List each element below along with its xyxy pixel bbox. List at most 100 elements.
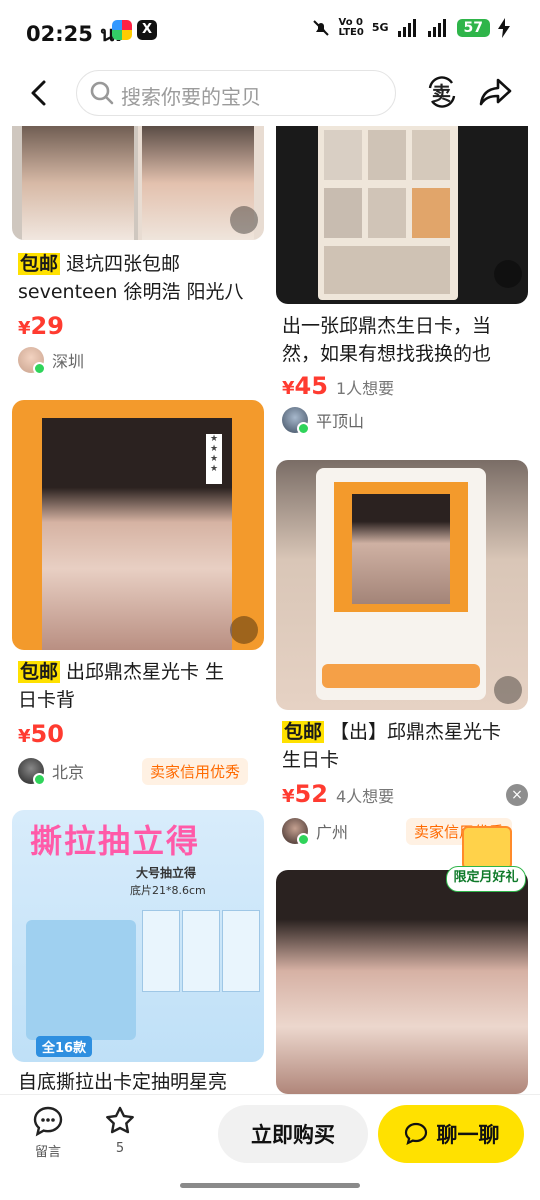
signal-icon	[397, 19, 416, 37]
sell-button[interactable]: 卖	[424, 74, 460, 110]
product-title: 出一张邱鼎杰生日卡，当	[282, 315, 492, 337]
favorite-count: 5	[115, 1141, 125, 1156]
product-box	[26, 920, 136, 1040]
free-shipping-tag: 包邮	[18, 661, 61, 683]
product-price: ¥52 4人想要	[282, 780, 395, 808]
status-time: 02:25 น.	[26, 22, 123, 46]
product-image[interactable]	[276, 126, 528, 304]
avatar	[18, 758, 46, 786]
star-icon	[106, 1106, 134, 1134]
comment-label: 留言	[34, 1145, 61, 1160]
status-indicators: Vo 0 LTE0 5G 57	[311, 17, 510, 38]
card-stars: ★ ★ ★ ★	[206, 434, 222, 484]
favorite-button[interactable]: 5	[102, 1105, 138, 1156]
chat-icon	[404, 1122, 427, 1146]
poster-size-title: 大号抽立得	[136, 866, 197, 880]
free-shipping-tag: 包邮	[282, 721, 325, 743]
avatar	[282, 818, 310, 846]
mute-icon	[312, 20, 329, 36]
pack-3	[222, 910, 260, 992]
volte-indicator: Vo 0 LTE0	[338, 17, 364, 38]
online-dot	[297, 833, 310, 846]
seller-info[interactable]: 北京	[18, 758, 85, 786]
product-card[interactable]: ★ ★ ★ ★ 包邮 出邱鼎杰星光卡 生 日卡背 ¥50 北京 卖家信用优秀	[12, 400, 264, 790]
product-title: 包邮 退坑四张包邮	[18, 253, 181, 275]
chat-button[interactable]: 聊一聊	[378, 1105, 524, 1163]
want-count: 4人想要	[335, 787, 395, 806]
seller-location: 广州	[316, 823, 349, 842]
product-card[interactable]	[276, 870, 528, 1094]
seller-location: 深圳	[52, 352, 85, 371]
product-image[interactable]: ★ ★ ★ ★	[12, 400, 264, 650]
home-indicator[interactable]	[180, 1183, 360, 1188]
chat-label: 聊一聊	[436, 1123, 500, 1147]
product-card[interactable]: 出一张邱鼎杰生日卡，当 然，如果有想找我换的也 ¥45 1人想要 平顶山	[276, 126, 528, 436]
comment-icon	[33, 1106, 63, 1137]
signal-icon-2	[427, 19, 446, 37]
back-arrow-icon[interactable]	[22, 76, 56, 110]
pack-2	[182, 910, 220, 992]
product-image[interactable]	[12, 126, 264, 240]
photocard	[334, 482, 468, 612]
x-app-icon: X	[137, 20, 157, 40]
image-search-icon[interactable]	[230, 206, 258, 234]
phone-screen	[316, 468, 486, 700]
want-count: 1人想要	[335, 379, 395, 398]
photocard-left	[22, 126, 134, 240]
avatar	[282, 407, 310, 435]
product-image[interactable]	[276, 870, 528, 1094]
product-price: ¥29	[18, 312, 64, 340]
comment-button[interactable]: 留言	[30, 1105, 66, 1160]
product-title-line2: 生日卡	[282, 749, 340, 771]
avatar	[18, 347, 46, 375]
seller-location: 北京	[52, 763, 85, 782]
net-5g: 5G	[371, 21, 389, 34]
image-search-icon[interactable]	[230, 616, 258, 644]
top-bar: 搜索你要的宝贝 卖	[0, 62, 540, 126]
bottom-action-bar: 留言 5 立即购买 聊一聊	[0, 1094, 540, 1200]
online-dot	[33, 773, 46, 786]
gift-box-icon	[462, 826, 512, 870]
poster-size: 底片21*8.6cm	[130, 884, 206, 897]
seller-info[interactable]: 深圳	[18, 347, 85, 375]
product-image[interactable]: 撕拉抽立得 大号抽立得 底片21*8.6cm 全16款	[12, 810, 264, 1062]
online-dot	[33, 362, 46, 375]
seller-info[interactable]: 平顶山	[282, 407, 365, 435]
seller-info[interactable]: 广州	[282, 818, 349, 846]
product-title: 包邮 出邱鼎杰星光卡 生	[18, 661, 225, 683]
battery-level: 57	[456, 19, 490, 37]
seller-location: 平顶山	[316, 412, 365, 431]
product-card[interactable]: 撕拉抽立得 大号抽立得 底片21*8.6cm 全16款 自底撕拉出卡定抽明星亮	[12, 810, 264, 1094]
share-icon[interactable]	[478, 74, 514, 110]
product-card[interactable]: 包邮 退坑四张包邮 seventeen 徐明浩 阳光八 ¥29 深圳	[12, 126, 264, 386]
product-card[interactable]: 包邮 【出】邱鼎杰星光卡 生日卡 ¥52 4人想要 广州 卖家信用优秀	[276, 460, 528, 860]
seller-credit-badge: 卖家信用优秀	[142, 758, 249, 785]
search-placeholder: 搜索你要的宝贝	[121, 85, 261, 109]
pack-1	[142, 910, 180, 992]
product-title: 自底撕拉出卡定抽明星亮	[18, 1071, 228, 1093]
product-price: ¥45 1人想要	[282, 372, 395, 400]
product-image[interactable]	[276, 460, 528, 710]
product-title-line2: seventeen 徐明浩 阳光八	[18, 281, 244, 303]
promo-label[interactable]: 限定月好礼	[446, 866, 526, 892]
buy-now-button[interactable]: 立即购买	[218, 1105, 368, 1163]
app-icon-colorful	[112, 20, 132, 40]
photocard	[42, 418, 232, 650]
product-price: ¥50	[18, 720, 64, 748]
image-search-icon[interactable]	[494, 260, 522, 288]
image-search-icon[interactable]	[494, 676, 522, 704]
sell-label: 卖	[432, 83, 452, 105]
charging-icon	[498, 18, 510, 38]
poster-headline: 撕拉抽立得	[30, 822, 201, 860]
price-options	[322, 664, 480, 688]
status-bar: 02:25 น. X Vo 0 LTE0 5G 57	[0, 0, 540, 62]
product-title: 包邮 【出】邱鼎杰星光卡	[282, 721, 502, 743]
online-dot	[297, 422, 310, 435]
card-display-board	[318, 126, 458, 300]
search-icon	[90, 81, 114, 105]
product-title-line2: 日卡背	[18, 689, 76, 711]
search-input[interactable]: 搜索你要的宝贝	[76, 70, 396, 116]
promo-close-button[interactable]: ×	[506, 784, 528, 806]
free-shipping-tag: 包邮	[18, 253, 61, 275]
poster-count: 全16款	[36, 1036, 93, 1057]
